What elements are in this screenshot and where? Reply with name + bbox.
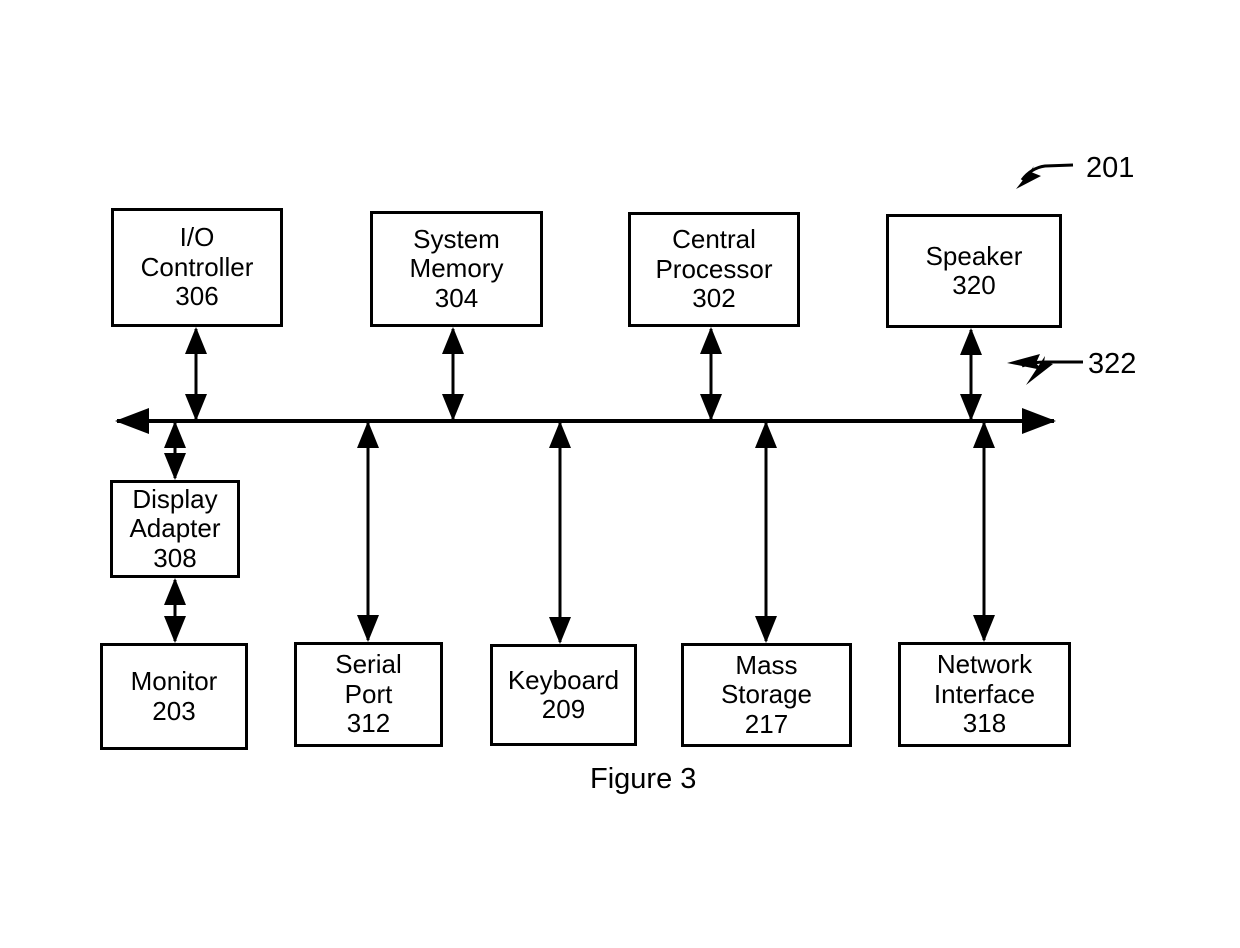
system-callout: 201 [1086,152,1135,184]
node-monitor-label: Monitor [130,666,218,697]
connector-arrows [164,327,995,644]
connector-system-memory-to-bus [442,327,464,421]
node-system-memory-label: System Memory [409,223,504,284]
figure-3-block-diagram: I/O Controller 306 System Memory 304 Central… [0,0,1240,948]
node-serial-port-label: Serial Port [335,649,402,709]
node-central-processor: Central Processor 302 [628,212,800,327]
connector-display-adapter-to-monitor [164,578,186,643]
node-display-adapter-reference-number: 308 [153,542,197,573]
node-keyboard: Keyboard 209 [490,644,637,746]
figure-caption: Figure 3 [590,763,697,795]
connector-bus-to-keyboard [549,421,571,644]
connector-bus-to-network-interface [973,421,995,642]
bus-line-322 [115,408,1056,434]
node-io-controller: I/O Controller 306 [111,208,283,327]
node-display-adapter-label: Display Adapter [129,483,221,544]
callout-leader-201 [1016,163,1074,189]
callout-leader-322 [1007,354,1083,385]
node-keyboard-label: Keyboard [507,664,620,695]
connector-io-controller-to-bus [185,327,207,421]
connector-bus-to-mass-storage [755,421,777,643]
node-serial-port-reference-number: 312 [346,708,391,739]
node-monitor: Monitor 203 [100,643,248,750]
node-io-controller-reference-number: 306 [175,281,219,312]
diagram-lines-layer [115,163,1083,644]
connector-central-processor-to-bus [700,327,722,421]
connector-speaker-to-bus [960,328,982,421]
connector-bus-to-display-adapter [164,421,186,480]
node-io-controller-label: I/O Controller [140,222,254,282]
node-network-interface: Network Interface 318 [898,642,1071,747]
node-speaker-reference-number: 320 [952,270,996,300]
node-network-interface-reference-number: 318 [962,708,1007,739]
node-central-processor-label: Central Processor [655,224,773,284]
connector-bus-to-serial-port [357,421,379,642]
node-network-interface-label: Network Interface [933,649,1036,709]
node-system-memory: System Memory 304 [370,211,543,327]
bus-callout: 322 [1088,348,1137,380]
node-central-processor-reference-number: 302 [692,283,736,314]
node-system-memory-reference-number: 304 [434,282,479,313]
node-monitor-reference-number: 203 [152,695,196,726]
node-serial-port: Serial Port 312 [294,642,443,747]
system-bus-line [115,408,1056,434]
node-speaker-label: Speaker [925,240,1023,271]
node-display-adapter: Display Adapter 308 [110,480,240,578]
node-speaker: Speaker 320 [886,214,1062,328]
node-mass-storage-reference-number: 217 [744,708,789,739]
node-mass-storage-label: Mass Storage [720,649,813,710]
node-mass-storage: Mass Storage 217 [681,643,852,747]
node-keyboard-reference-number: 209 [541,694,586,724]
